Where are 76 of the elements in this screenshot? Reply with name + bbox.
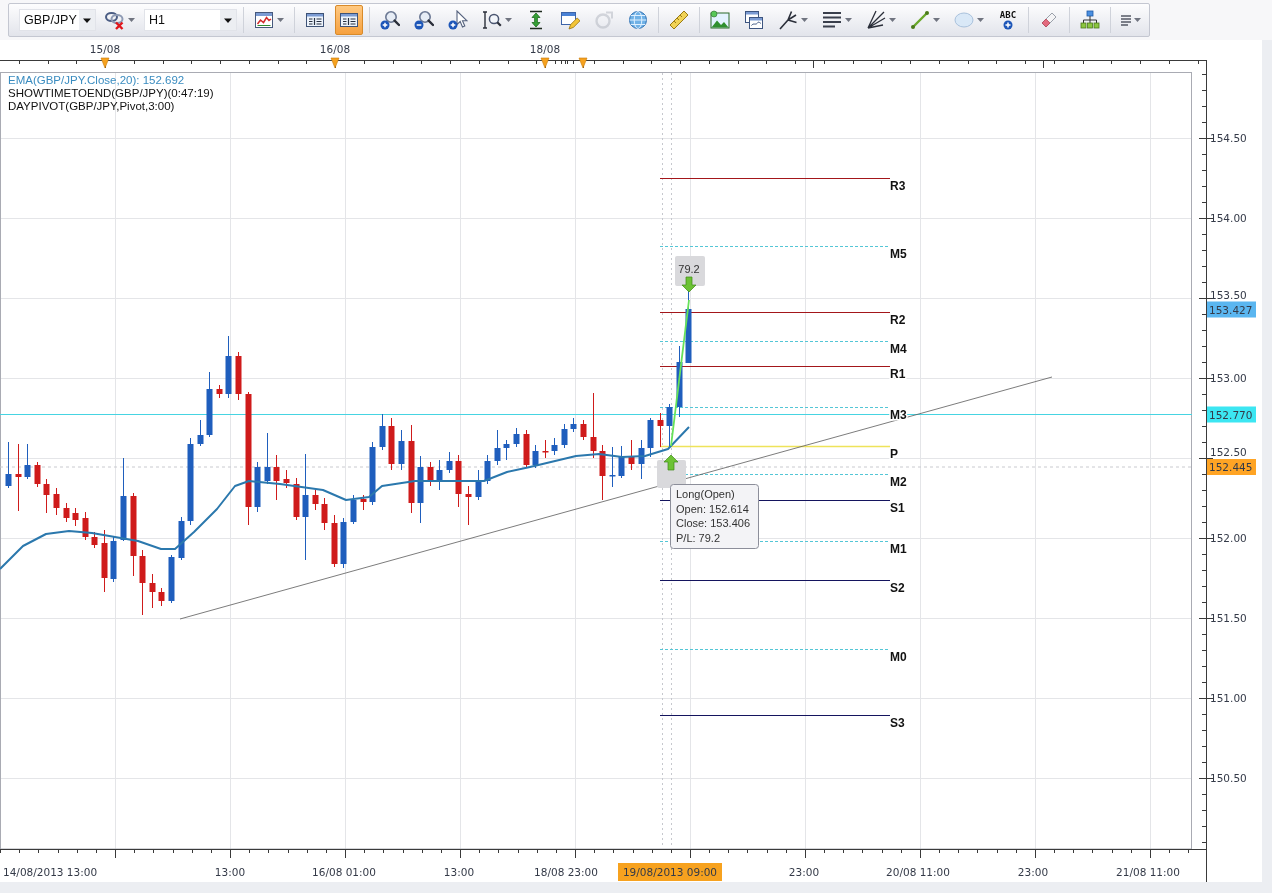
- dropdown[interactable]: GBP/JPY: [19, 9, 96, 31]
- zoom-out-icon[interactable]: [414, 10, 434, 30]
- price-label: 150.50: [1210, 772, 1247, 784]
- level-label: S1: [890, 501, 905, 515]
- level-label: M1: [890, 542, 907, 556]
- toolbar-button[interactable]: ABC: [994, 5, 1022, 35]
- line-chart-icon[interactable]: [254, 10, 274, 30]
- date-label: 16/08: [319, 43, 351, 55]
- caret-icon[interactable]: [79, 10, 95, 30]
- tooltip-text: Open: 152.614: [676, 502, 749, 515]
- level-label: R2: [890, 313, 906, 327]
- indicator-label: SHOWTIMETOEND(GBP/JPY)(0:47:19): [8, 87, 214, 99]
- table-window-icon[interactable]: [339, 10, 359, 30]
- time-label: 23:00: [1017, 866, 1049, 878]
- time-label: 13:00: [214, 866, 246, 878]
- picture-icon[interactable]: [710, 10, 730, 30]
- tooltip-text: P/L: 79.2: [676, 531, 721, 544]
- fan-lines-icon[interactable]: [866, 10, 886, 30]
- horizontal-lines-icon[interactable]: [822, 10, 842, 30]
- date-label: 18/08: [529, 43, 561, 55]
- line-segment-icon[interactable]: [910, 10, 930, 30]
- cursor-time-label: 19/08/2013 09:00: [618, 863, 722, 881]
- level-label: R1: [890, 367, 906, 381]
- globe-icon[interactable]: [628, 10, 648, 30]
- level-label: M0: [890, 650, 907, 664]
- up-arrow-icon: [663, 454, 679, 471]
- caret-icon[interactable]: [220, 10, 236, 30]
- level-label: M2: [890, 475, 907, 489]
- level-label: M5: [890, 247, 907, 261]
- level-label: M4: [890, 342, 907, 356]
- zoom-range-icon[interactable]: [482, 10, 502, 30]
- event-marker-icon: [540, 57, 550, 69]
- trade-profit-label: 79.2: [678, 263, 700, 275]
- indicator-label: EMA(GBP/JPY.Close,20): 152.692: [8, 74, 185, 86]
- time-label: 23:00: [788, 866, 820, 878]
- date-label: 15/08: [89, 43, 121, 55]
- stacked-windows-icon[interactable]: [744, 10, 764, 30]
- hierarchy-icon[interactable]: [1080, 10, 1100, 30]
- pitchfork-icon[interactable]: [778, 10, 798, 30]
- tooltip-text: Close: 153.406: [676, 517, 750, 529]
- plus-icon[interactable]: [1003, 20, 1013, 30]
- time-label: 18/08 23:00: [534, 866, 598, 878]
- time-label: 14/08/2013 13:00: [3, 866, 98, 878]
- tooltip-text: Long(Open): [676, 488, 735, 500]
- price-tag: 152.445: [1207, 459, 1256, 475]
- price-label: 152.50: [1210, 446, 1247, 458]
- chain-cross-icon[interactable]: [105, 10, 125, 30]
- event-marker-icon: [100, 57, 110, 69]
- ruler-icon[interactable]: [669, 10, 689, 30]
- event-marker-icon: [578, 57, 588, 69]
- level-label: S2: [890, 581, 905, 595]
- indicator-label: DAYPIVOT(GBP/JPY,Pivot,3:00): [8, 100, 175, 112]
- down-arrow-icon: [681, 276, 697, 293]
- time-label: 20/08 11:00: [886, 866, 950, 878]
- price-label: 153.00: [1210, 372, 1247, 384]
- window-pencil-icon[interactable]: [560, 10, 580, 30]
- level-label: P: [890, 447, 898, 461]
- price-label: 151.00: [1210, 692, 1247, 704]
- price-label: 154.50: [1210, 132, 1247, 144]
- price-label: 154.00: [1210, 212, 1247, 224]
- level-label: R3: [890, 179, 906, 193]
- price-label: 151.50: [1210, 612, 1247, 624]
- price-label: 152.00: [1210, 532, 1247, 544]
- time-label: 16/08 01:00: [312, 866, 376, 878]
- time-label: 13:00: [443, 866, 475, 878]
- dropdown[interactable]: H1: [144, 9, 237, 31]
- list-lines-icon[interactable]: [1121, 14, 1131, 26]
- table-window-icon[interactable]: [305, 10, 325, 30]
- zoom-in-icon[interactable]: [380, 10, 400, 30]
- event-marker-icon: [330, 57, 340, 69]
- eraser-icon[interactable]: [1039, 10, 1059, 30]
- price-label: 153.50: [1210, 288, 1247, 301]
- time-label: 21/08 11:00: [1116, 866, 1180, 878]
- pointer-plus-icon[interactable]: [448, 10, 468, 30]
- level-label: S3: [890, 716, 905, 730]
- toolbar-button[interactable]: [335, 5, 363, 35]
